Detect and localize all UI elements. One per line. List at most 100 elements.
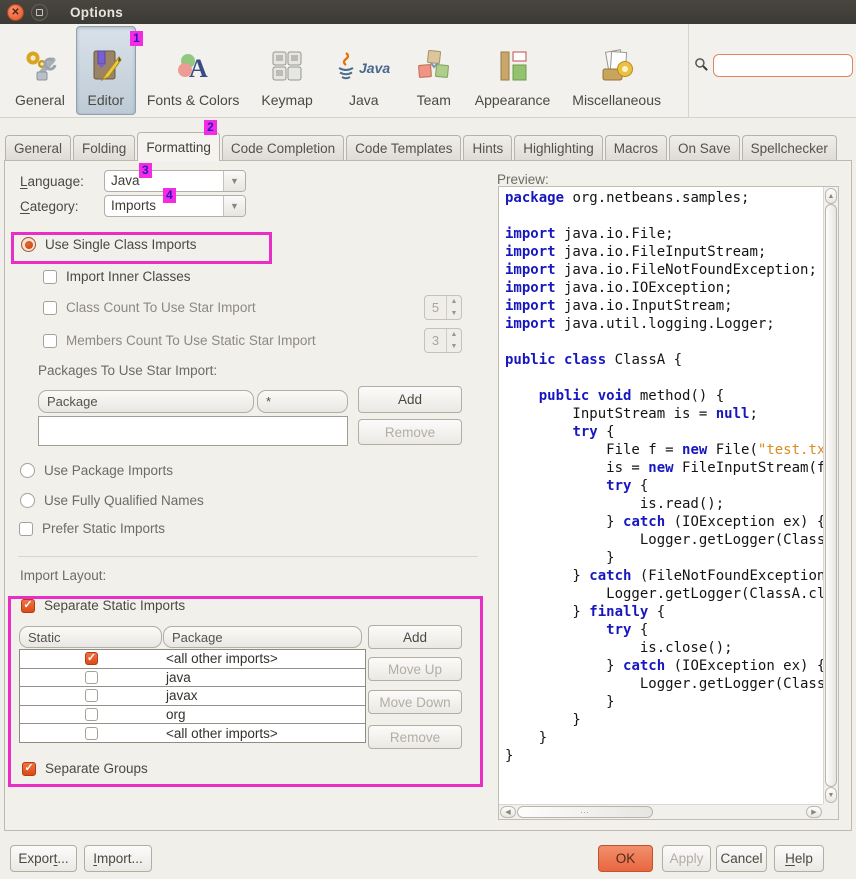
import-order-table-body: <all other imports>javajavaxorg<all othe… bbox=[19, 649, 366, 743]
toolbar-item-fonts-colors[interactable]: AFonts & Colors bbox=[136, 26, 251, 115]
window-maximize-button[interactable] bbox=[31, 4, 48, 21]
tab-spellchecker[interactable]: Spellchecker bbox=[742, 135, 837, 161]
toolbar-separator bbox=[688, 24, 689, 117]
table-row[interactable]: <all other imports> bbox=[20, 724, 365, 742]
static-column-header[interactable]: Static bbox=[19, 626, 162, 648]
row-static-checkbox[interactable] bbox=[85, 671, 98, 684]
table-row[interactable]: <all other imports> bbox=[20, 650, 365, 669]
static-cell bbox=[20, 724, 163, 742]
scroll-left-icon[interactable]: ◀ bbox=[500, 806, 516, 818]
remove-import-rule-button[interactable]: Remove bbox=[368, 725, 462, 749]
window-title: Options bbox=[70, 5, 123, 20]
members-count-checkbox[interactable]: Members Count To Use Static Star Import bbox=[43, 333, 316, 348]
checkbox-icon[interactable] bbox=[43, 270, 57, 284]
use-single-class-imports-radio[interactable]: Use Single Class Imports bbox=[21, 237, 197, 252]
tab-hints[interactable]: Hints bbox=[463, 135, 512, 161]
code-line: import java.io.IOException; bbox=[505, 279, 823, 297]
tab-code-templates[interactable]: Code Templates bbox=[346, 135, 461, 161]
spinner-arrows[interactable]: ▲▼ bbox=[446, 296, 461, 319]
code-line bbox=[505, 333, 823, 351]
checkbox-icon[interactable] bbox=[43, 301, 57, 315]
move-up-button[interactable]: Move Up bbox=[368, 657, 462, 681]
help-button[interactable]: Help bbox=[774, 845, 824, 872]
tab-label: Code Completion bbox=[231, 141, 335, 156]
add-import-rule-button[interactable]: Add bbox=[368, 625, 462, 649]
prefer-static-imports-checkbox[interactable]: Prefer Static Imports bbox=[19, 521, 165, 536]
spinner-arrows[interactable]: ▲▼ bbox=[446, 329, 461, 352]
import-inner-classes-checkbox[interactable]: Import Inner Classes bbox=[43, 269, 191, 284]
members-count-spinner[interactable]: 3 ▲▼ bbox=[424, 328, 462, 353]
row-static-checkbox[interactable] bbox=[85, 652, 98, 665]
checkbox-icon[interactable] bbox=[43, 334, 57, 348]
import-button[interactable]: Import... bbox=[84, 845, 152, 872]
code-line: InputStream is = null; bbox=[505, 405, 823, 423]
separate-static-imports-checkbox[interactable]: Separate Static Imports bbox=[21, 598, 185, 613]
row-static-checkbox[interactable] bbox=[85, 727, 98, 740]
code-line bbox=[505, 369, 823, 387]
table-row[interactable]: org bbox=[20, 706, 365, 725]
formatting-panel: Language: Java ▼ 3 Category: Imports ▼ 4… bbox=[4, 160, 852, 831]
export-button[interactable]: Export... bbox=[10, 845, 77, 872]
separate-groups-checkbox[interactable]: Separate Groups bbox=[22, 761, 148, 776]
package-order-column-header[interactable]: Package bbox=[163, 626, 362, 648]
scroll-up-icon[interactable]: ▲ bbox=[825, 188, 837, 204]
use-package-imports-radio[interactable]: Use Package Imports bbox=[20, 463, 173, 478]
class-count-spinner[interactable]: 5 ▲▼ bbox=[424, 295, 462, 320]
table-row[interactable]: javax bbox=[20, 687, 365, 706]
toolbar-item-label: Miscellaneous bbox=[572, 92, 661, 108]
code-line: import java.io.InputStream; bbox=[505, 297, 823, 315]
radio-icon[interactable] bbox=[20, 463, 35, 478]
toolbar-item-editor[interactable]: Editor1 bbox=[76, 26, 136, 115]
row-static-checkbox[interactable] bbox=[85, 689, 98, 702]
tab-formatting[interactable]: Formatting2 bbox=[137, 132, 220, 161]
apply-button[interactable]: Apply bbox=[662, 845, 711, 872]
scroll-right-icon[interactable]: ▶ bbox=[806, 806, 822, 818]
checkbox-icon[interactable] bbox=[19, 522, 33, 536]
chevron-down-icon[interactable]: ▼ bbox=[223, 171, 245, 191]
remove-star-import-button[interactable]: Remove bbox=[358, 419, 462, 445]
table-row[interactable]: java bbox=[20, 669, 365, 688]
tab-folding[interactable]: Folding bbox=[73, 135, 135, 161]
star-column-header[interactable]: * bbox=[257, 390, 348, 413]
toolbar-item-java[interactable]: JavaJava bbox=[324, 26, 404, 115]
tab-on-save[interactable]: On Save bbox=[669, 135, 740, 161]
use-fully-qualified-radio[interactable]: Use Fully Qualified Names bbox=[20, 493, 204, 508]
vertical-scrollbar[interactable]: ▲ ▼ bbox=[823, 187, 838, 804]
ok-button[interactable]: OK bbox=[598, 845, 653, 872]
package-column-header[interactable]: Package bbox=[38, 390, 254, 413]
class-count-checkbox[interactable]: Class Count To Use Star Import bbox=[43, 300, 256, 315]
package-cell: <all other imports> bbox=[163, 724, 365, 742]
toolbar-item-general[interactable]: General bbox=[4, 26, 76, 115]
vertical-scroll-thumb[interactable] bbox=[825, 204, 837, 787]
scroll-down-icon[interactable]: ▼ bbox=[825, 787, 837, 803]
toolbar-item-team[interactable]: Team bbox=[404, 26, 464, 115]
tab-highlighting[interactable]: Highlighting bbox=[514, 135, 603, 161]
star-import-list[interactable] bbox=[38, 416, 348, 446]
move-down-button[interactable]: Move Down bbox=[368, 690, 462, 714]
code-line: } catch (IOException ex) { bbox=[505, 513, 823, 531]
add-star-import-button[interactable]: Add bbox=[358, 386, 462, 413]
tab-code-completion[interactable]: Code Completion bbox=[222, 135, 344, 161]
horizontal-scroll-thumb[interactable]: ⋯ bbox=[517, 806, 653, 818]
toolbar-item-appearance[interactable]: Appearance bbox=[464, 26, 562, 115]
radio-icon[interactable] bbox=[20, 493, 35, 508]
window-close-button[interactable]: ✕ bbox=[7, 4, 24, 21]
toolbar-item-keymap[interactable]: Keymap bbox=[250, 26, 323, 115]
tab-label: On Save bbox=[678, 141, 731, 156]
radio-icon[interactable] bbox=[21, 237, 36, 252]
checkbox-icon[interactable] bbox=[21, 599, 35, 613]
chevron-down-icon[interactable]: ▼ bbox=[223, 196, 245, 216]
tab-general[interactable]: General bbox=[5, 135, 71, 161]
section-divider bbox=[18, 556, 478, 557]
cancel-button[interactable]: Cancel bbox=[716, 845, 767, 872]
tab-label: Highlighting bbox=[523, 141, 594, 156]
tab-macros[interactable]: Macros bbox=[605, 135, 667, 161]
horizontal-scrollbar[interactable]: ◀ ⋯ ▶ bbox=[499, 804, 823, 819]
code-line: import java.util.logging.Logger; bbox=[505, 315, 823, 333]
search-input[interactable] bbox=[713, 54, 853, 77]
checkbox-icon[interactable] bbox=[22, 762, 36, 776]
category-label: Category: bbox=[20, 199, 79, 214]
row-static-checkbox[interactable] bbox=[85, 708, 98, 721]
toolbar-item-miscellaneous[interactable]: Miscellaneous bbox=[561, 26, 672, 115]
toolbar-item-label: Team bbox=[417, 92, 451, 108]
